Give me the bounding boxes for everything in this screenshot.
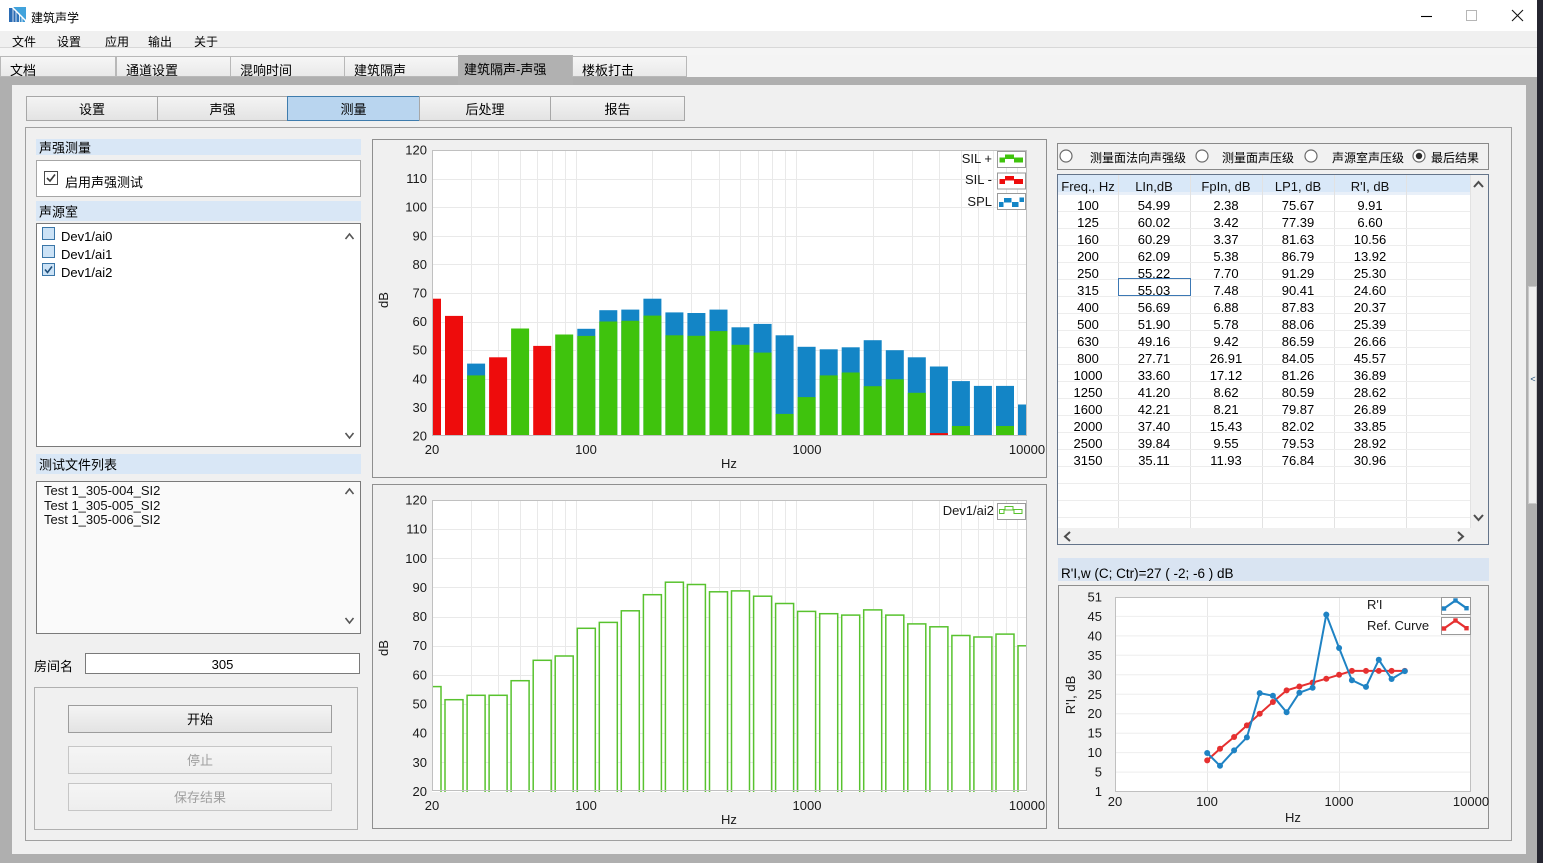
svg-text:dB: dB xyxy=(376,292,391,308)
svg-text:90: 90 xyxy=(413,228,427,243)
svg-text:1000: 1000 xyxy=(793,442,822,457)
svg-text:Ref. Curve: Ref. Curve xyxy=(1367,618,1429,633)
svg-text:120: 120 xyxy=(405,493,427,508)
svg-text:10000: 10000 xyxy=(1009,798,1045,813)
svg-text:100: 100 xyxy=(575,798,597,813)
svg-text:10000: 10000 xyxy=(1453,794,1489,809)
svg-text:40: 40 xyxy=(413,371,427,386)
svg-text:110: 110 xyxy=(406,171,427,186)
svg-text:Hz: Hz xyxy=(1285,810,1301,825)
svg-text:100: 100 xyxy=(405,551,427,566)
svg-text:50: 50 xyxy=(413,343,427,358)
svg-text:50: 50 xyxy=(413,697,427,712)
svg-text:60: 60 xyxy=(413,314,427,329)
svg-text:25: 25 xyxy=(1088,687,1102,702)
svg-text:100: 100 xyxy=(1196,794,1218,809)
svg-text:60: 60 xyxy=(413,667,427,682)
svg-text:SPL: SPL xyxy=(967,194,992,209)
svg-text:100: 100 xyxy=(575,442,597,457)
svg-text:R'I, dB: R'I, dB xyxy=(1063,676,1078,715)
svg-text:Dev1/ai2: Dev1/ai2 xyxy=(943,503,994,518)
svg-text:15: 15 xyxy=(1088,726,1102,741)
svg-text:70: 70 xyxy=(413,286,427,301)
svg-text:20: 20 xyxy=(425,798,439,813)
svg-text:1: 1 xyxy=(1095,784,1102,799)
svg-text:10000: 10000 xyxy=(1009,442,1045,457)
svg-text:90: 90 xyxy=(413,580,427,595)
svg-text:10: 10 xyxy=(1088,745,1102,760)
svg-text:R'I: R'I xyxy=(1367,597,1382,612)
svg-text:20: 20 xyxy=(425,442,439,457)
svg-text:20: 20 xyxy=(1088,706,1102,721)
svg-text:30: 30 xyxy=(1088,667,1102,682)
svg-text:120: 120 xyxy=(405,143,427,158)
svg-text:1000: 1000 xyxy=(793,798,822,813)
svg-text:20: 20 xyxy=(413,784,427,799)
svg-text:80: 80 xyxy=(413,257,427,272)
svg-text:5: 5 xyxy=(1095,765,1102,780)
svg-text:51: 51 xyxy=(1088,590,1102,605)
svg-text:80: 80 xyxy=(413,609,427,624)
svg-text:70: 70 xyxy=(413,638,427,653)
svg-text:110: 110 xyxy=(406,522,427,537)
svg-text:SIL +: SIL + xyxy=(962,151,992,166)
svg-text:100: 100 xyxy=(405,200,427,215)
svg-text:Hz: Hz xyxy=(721,456,737,471)
svg-text:45: 45 xyxy=(1088,609,1102,624)
svg-text:Hz: Hz xyxy=(721,812,737,827)
svg-text:30: 30 xyxy=(413,755,427,770)
svg-text:30: 30 xyxy=(413,400,427,415)
svg-text:dB: dB xyxy=(376,640,391,656)
svg-text:SIL -: SIL - xyxy=(965,172,992,187)
svg-text:20: 20 xyxy=(1108,794,1122,809)
svg-text:1000: 1000 xyxy=(1325,794,1354,809)
svg-text:40: 40 xyxy=(1088,628,1102,643)
svg-text:35: 35 xyxy=(1088,648,1102,663)
svg-text:40: 40 xyxy=(413,726,427,741)
